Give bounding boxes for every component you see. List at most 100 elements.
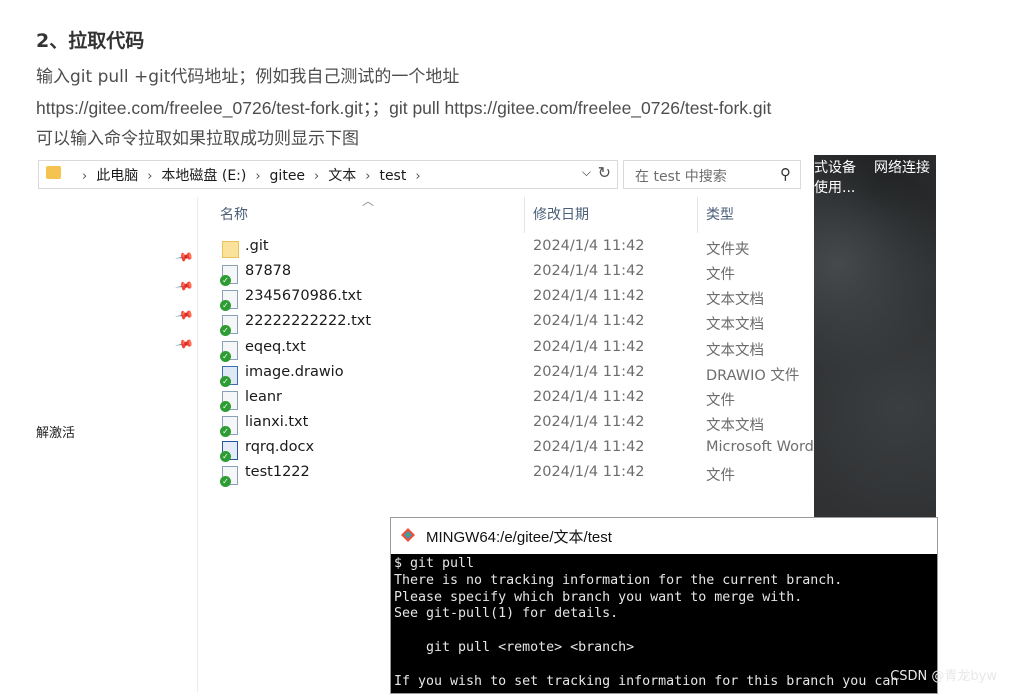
file-row[interactable]: ✓ rqrq.docx 2024/1/4 11:42 Microsoft Wor… — [220, 439, 820, 462]
watermark: CSDN @青龙byw — [890, 669, 997, 684]
file-date: 2024/1/4 11:42 — [533, 263, 645, 279]
text-file-checked-icon: ✓ — [220, 290, 238, 311]
side-label: 解激活 — [36, 426, 76, 441]
file-name: eqeq.txt — [245, 339, 306, 355]
breadcrumb-this-pc[interactable]: 此电脑 — [96, 168, 138, 184]
terminal-line: git pull <remote> <branch> — [394, 639, 635, 655]
chevron-down-icon[interactable]: ⌵ — [582, 165, 591, 180]
refresh-icon[interactable]: ↻ — [598, 163, 611, 182]
file-checked-icon: ✓ — [220, 466, 238, 487]
terminal-output[interactable]: $ git pull There is no tracking informati… — [394, 556, 898, 690]
file-type: 文件夹 — [706, 242, 750, 258]
chevron-right-icon: › — [255, 169, 261, 184]
file-name: 2345670986.txt — [245, 288, 362, 304]
file-row[interactable]: ✓ leanr 2024/1/4 11:42 文件 — [220, 389, 820, 412]
file-row[interactable]: ✓ eqeq.txt 2024/1/4 11:42 文本文档 — [220, 339, 820, 362]
drawio-file-checked-icon: ✓ — [220, 366, 238, 387]
column-divider[interactable] — [697, 197, 698, 233]
column-header-date[interactable]: 修改日期 — [533, 204, 589, 224]
terminal-window: MINGW64:/e/gitee/文本/test $ git pull There… — [390, 517, 938, 694]
file-date: 2024/1/4 11:42 — [533, 238, 645, 254]
folder-icon — [222, 241, 239, 258]
file-name: leanr — [245, 389, 282, 405]
file-type: DRAWIO 文件 — [706, 368, 800, 384]
desktop-label: 网络连接 — [874, 160, 930, 176]
search-icon[interactable]: ⚲ — [780, 165, 791, 183]
file-date: 2024/1/4 11:42 — [533, 288, 645, 304]
file-type: 文件 — [706, 393, 735, 409]
column-divider[interactable] — [524, 197, 525, 233]
file-row[interactable]: ✓ lianxi.txt 2024/1/4 11:42 文本文档 — [220, 414, 820, 437]
address-bar[interactable]: › 此电脑 › 本地磁盘 (E:) › gitee › 文本 › test › ⌵ ↻ — [38, 160, 618, 189]
file-date: 2024/1/4 11:42 — [533, 389, 645, 405]
breadcrumb-gitee[interactable]: gitee — [270, 168, 306, 184]
pin-icon[interactable]: 📌 — [174, 247, 194, 267]
word-file-checked-icon: ✓ — [220, 441, 238, 462]
section-heading: 2、拉取代码 — [36, 30, 145, 52]
chevron-right-icon: › — [314, 169, 320, 184]
chevron-right-icon: › — [82, 169, 88, 184]
terminal-line: Please specify which branch you want to … — [394, 589, 803, 605]
file-row[interactable]: ✓ test1222 2024/1/4 11:42 文件 — [220, 464, 820, 487]
terminal-line: There is no tracking information for the… — [394, 572, 843, 588]
file-date: 2024/1/4 11:42 — [533, 464, 645, 480]
file-name: lianxi.txt — [245, 414, 309, 430]
text-file-checked-icon: ✓ — [220, 315, 238, 336]
file-name: test1222 — [245, 464, 310, 480]
file-type: 文本文档 — [706, 343, 764, 359]
file-date: 2024/1/4 11:42 — [533, 364, 645, 380]
text-file-checked-icon: ✓ — [220, 341, 238, 362]
folder-icon — [46, 166, 61, 179]
file-type: 文本文档 — [706, 317, 764, 333]
paragraph-2: https://gitee.com/freelee_0726/test-fork… — [36, 98, 772, 118]
pin-icon[interactable]: 📌 — [174, 305, 194, 325]
file-date: 2024/1/4 11:42 — [533, 414, 645, 430]
text-file-checked-icon: ✓ — [220, 416, 238, 437]
search-placeholder: 在 test 中搜索 — [635, 169, 727, 185]
paragraph-3: 可以输入命令拉取如果拉取成功则显示下图 — [36, 129, 359, 149]
git-logo-icon — [401, 528, 415, 542]
file-name: image.drawio — [245, 364, 344, 380]
terminal-line: $ git pull — [394, 556, 475, 571]
file-name: 87878 — [245, 263, 292, 279]
file-checked-icon: ✓ — [220, 265, 238, 286]
file-type: 文件 — [706, 468, 735, 484]
file-row[interactable]: .git 2024/1/4 11:42 文件夹 — [220, 238, 820, 260]
file-type: 文本文档 — [706, 418, 764, 434]
terminal-titlebar[interactable]: MINGW64:/e/gitee/文本/test — [391, 518, 937, 554]
pin-icon[interactable]: 📌 — [174, 276, 194, 296]
file-row[interactable]: ✓ 87878 2024/1/4 11:42 文件 — [220, 263, 820, 286]
file-date: 2024/1/4 11:42 — [533, 439, 645, 455]
pin-icon[interactable]: 📌 — [174, 334, 194, 354]
desktop-wallpaper: 式设备 网络连接 使用... — [814, 155, 936, 518]
chevron-right-icon: › — [365, 169, 371, 184]
file-row[interactable]: ✓ 22222222222.txt 2024/1/4 11:42 文本文档 — [220, 313, 820, 336]
column-header-type[interactable]: 类型 — [706, 204, 734, 224]
column-header-name[interactable]: 名称 — [220, 204, 248, 224]
paragraph-1: 输入git pull +git代码地址；例如我自己测试的一个地址 — [36, 67, 460, 87]
file-name: rqrq.docx — [245, 439, 315, 455]
navigation-pane: 📌 📌 📌 📌 — [36, 197, 198, 692]
terminal-line: See git-pull(1) for details. — [394, 606, 619, 622]
terminal-title: MINGW64:/e/gitee/文本/test — [426, 529, 612, 546]
file-date: 2024/1/4 11:42 — [533, 313, 645, 329]
breadcrumb-drive[interactable]: 本地磁盘 (E:) — [161, 168, 246, 184]
breadcrumb-text[interactable]: 文本 — [328, 168, 356, 184]
desktop-label: 式设备 — [814, 160, 856, 176]
file-row[interactable]: ✓ 2345670986.txt 2024/1/4 11:42 文本文档 — [220, 288, 820, 311]
file-type: 文本文档 — [706, 292, 764, 308]
file-name: .git — [245, 238, 269, 254]
file-row[interactable]: ✓ image.drawio 2024/1/4 11:42 DRAWIO 文件 — [220, 364, 820, 387]
sort-ascending-icon: ︿ — [362, 194, 375, 208]
breadcrumb: › 此电脑 › 本地磁盘 (E:) › gitee › 文本 › test › — [73, 165, 430, 185]
desktop-label: 使用... — [814, 180, 856, 196]
search-input[interactable]: 在 test 中搜索 ⚲ — [623, 160, 801, 189]
breadcrumb-test[interactable]: test — [379, 168, 406, 184]
terminal-line: If you wish to set tracking information … — [394, 673, 899, 689]
file-date: 2024/1/4 11:42 — [533, 339, 645, 355]
file-checked-icon: ✓ — [220, 391, 238, 412]
file-type: Microsoft Word — [706, 439, 814, 455]
chevron-right-icon: › — [415, 169, 421, 184]
